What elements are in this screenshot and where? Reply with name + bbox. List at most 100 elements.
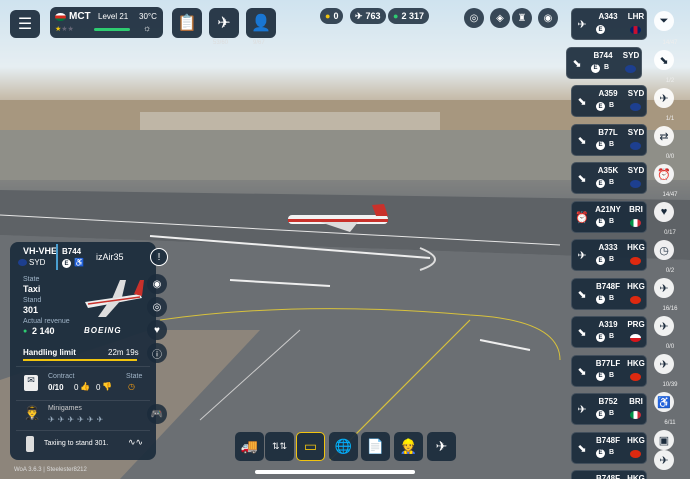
flight-card[interactable]: ✈ B752 BRI E B (571, 393, 647, 425)
coin-icon: ● (325, 11, 331, 21)
radar-button[interactable]: ◎ (464, 8, 484, 28)
cash-pill[interactable]: ● 2 317 (388, 8, 429, 24)
gamepad-button[interactable]: 🎮 (147, 404, 167, 424)
aircraft-image (85, 280, 144, 317)
business-badge: B (609, 140, 615, 148)
info-button[interactable]: ! (150, 248, 168, 266)
side-filter-button[interactable]: ♿ (654, 392, 674, 412)
aircraft-panel[interactable]: VH-VHE SYD B744 E ♿ izAir35 ! State Taxi… (10, 242, 168, 460)
service-truck-button[interactable]: 🚚 (235, 432, 264, 461)
contracts-button[interactable]: 📄 (361, 432, 390, 461)
runway-button[interactable]: ⇅⇅ (265, 432, 294, 461)
cash-icon: ● (23, 328, 28, 335)
au-flag-icon (625, 64, 636, 73)
flight-card[interactable]: ⬊ A319 PRG E B (571, 316, 647, 348)
audio-wave-icon[interactable]: ∿∿ (128, 437, 143, 448)
economy-badge: E (596, 102, 605, 111)
eye-icon: ◉ (543, 12, 553, 24)
minigame-icons[interactable]: ✈✈✈✈✈✈ (48, 415, 106, 424)
airport-info-panel[interactable]: MCT Level 21 30°C ★★★ ☼ (50, 7, 163, 38)
staff-button[interactable]: 👤 (246, 8, 276, 38)
side-filter-button[interactable]: ✈ (654, 450, 674, 470)
flight-badges: EB (596, 410, 614, 419)
flight-card[interactable]: ⬊B748FHKGEB (571, 470, 647, 479)
cash-icon: ● (393, 11, 399, 21)
flight-card[interactable]: ✈ A343 LHR E (571, 8, 647, 40)
flight-aircraft-type: B77L (598, 127, 618, 137)
side-filter-button[interactable]: ⬊ (654, 50, 674, 70)
flight-badges: EB (596, 371, 614, 381)
side-filter-button[interactable]: ♥ (654, 202, 674, 222)
focus-button[interactable]: ◎ (147, 297, 167, 317)
flight-card[interactable]: ⬊ A35K SYD E B (571, 162, 647, 194)
radar-icon: ◎ (469, 12, 479, 24)
flight-card[interactable]: ⬊ A359 SYD E B (571, 85, 647, 117)
flight-card[interactable]: ⬊B748FHKGEB (571, 277, 647, 310)
premium-pill[interactable]: ✈ 763 (350, 8, 386, 24)
side-filter-button[interactable]: ◷ (654, 240, 674, 260)
follow-camera-button[interactable]: ◉ (147, 274, 167, 294)
fleet-button[interactable]: ✈ (427, 432, 456, 461)
economy-badge: E (591, 63, 600, 73)
eye-icon: ◉ (152, 278, 162, 290)
world-button[interactable]: 🌐 (329, 432, 358, 461)
flight-card[interactable]: ⬊ B77L SYD E B (571, 123, 647, 156)
plane-landing-icon: ⬊ (577, 288, 587, 301)
economy-badge: E (596, 371, 605, 381)
globe-plane-icon: 🌐 (334, 438, 353, 454)
filter-button[interactable]: ⏷ (654, 11, 674, 31)
flights-button[interactable]: ✈ (209, 8, 239, 38)
target-icon: ◎ (152, 301, 162, 313)
tower-button[interactable]: ♜ (512, 8, 532, 28)
details-button[interactable]: ⓘ (147, 343, 167, 363)
australia-flag-icon (18, 259, 27, 266)
flight-airport-code: HKG (627, 358, 645, 368)
side-counter: 14/47 (662, 40, 678, 46)
tasks-button[interactable]: 📋 (172, 8, 202, 38)
layers-button[interactable]: ◈ (490, 8, 510, 28)
flight-badges: EB (596, 333, 614, 342)
business-badge: B (609, 217, 615, 225)
flight-card[interactable]: ⬊B748FHKGEB (571, 431, 647, 464)
side-filter-button[interactable]: ✈ (654, 316, 674, 336)
gamepad-icon: 🎮 (150, 408, 164, 420)
coins-pill[interactable]: ● 0 (320, 8, 344, 24)
flight-airport-code: BRI (629, 397, 643, 406)
menu-button[interactable]: ☰ (10, 10, 40, 38)
au-flag-icon (630, 180, 641, 188)
contract-section[interactable]: ✉ Contract 0/10 0 👍 0 👎 State ◷ (16, 366, 150, 398)
staff-count: 9/67 (253, 40, 265, 46)
flight-card[interactable]: ✈ A333 HKG E B (571, 239, 647, 271)
side-filter-button[interactable]: ✈ (654, 88, 674, 108)
side-filter-button[interactable]: ▣ (654, 430, 674, 450)
business-badge: B (609, 102, 615, 109)
minigames-section[interactable]: 👨‍✈️ Minigames ✈✈✈✈✈✈ (16, 400, 150, 428)
flight-badges: EB (596, 448, 614, 458)
stand-button[interactable]: ▭ (296, 432, 325, 461)
heart-icon: ♥ (660, 206, 668, 218)
flight-card[interactable]: ⬊ B744 SYD E B (566, 46, 642, 79)
minigames-label: Minigames (48, 405, 82, 412)
flight-card[interactable]: ⏰ A21NY BRI E B (571, 200, 647, 233)
favorite-button[interactable]: ♥ (147, 320, 167, 340)
layers-icon: ◈ (496, 12, 504, 24)
alarm-icon: ⏰ (575, 211, 589, 224)
side-counter: 1/1 (665, 116, 675, 122)
runway-icon: ⇅⇅ (271, 441, 288, 451)
flight-airport-code: SYD (627, 89, 645, 98)
view-button[interactable]: ◉ (538, 8, 558, 28)
side-filter-button[interactable]: ✈ (654, 354, 674, 374)
ground-crew-button[interactable]: 👷 (394, 432, 423, 461)
side-filter-button[interactable]: ⏰ (654, 164, 674, 184)
xp-bar (94, 28, 130, 31)
au-flag-icon (630, 103, 641, 111)
plane-landing-icon: ⬊ (572, 57, 582, 70)
contract-icon: 📄 (366, 438, 385, 454)
gb-flag-icon (630, 26, 641, 34)
stand-label: Stand (23, 297, 42, 304)
clock-icon: ◷ (659, 244, 669, 257)
flight-card[interactable]: ⬊ B77LF HKG E B (571, 354, 647, 387)
runway-plane-icon: ✈ (659, 454, 669, 467)
side-filter-button[interactable]: ✈ (654, 278, 674, 298)
side-filter-button[interactable]: ⇄ (654, 126, 674, 146)
